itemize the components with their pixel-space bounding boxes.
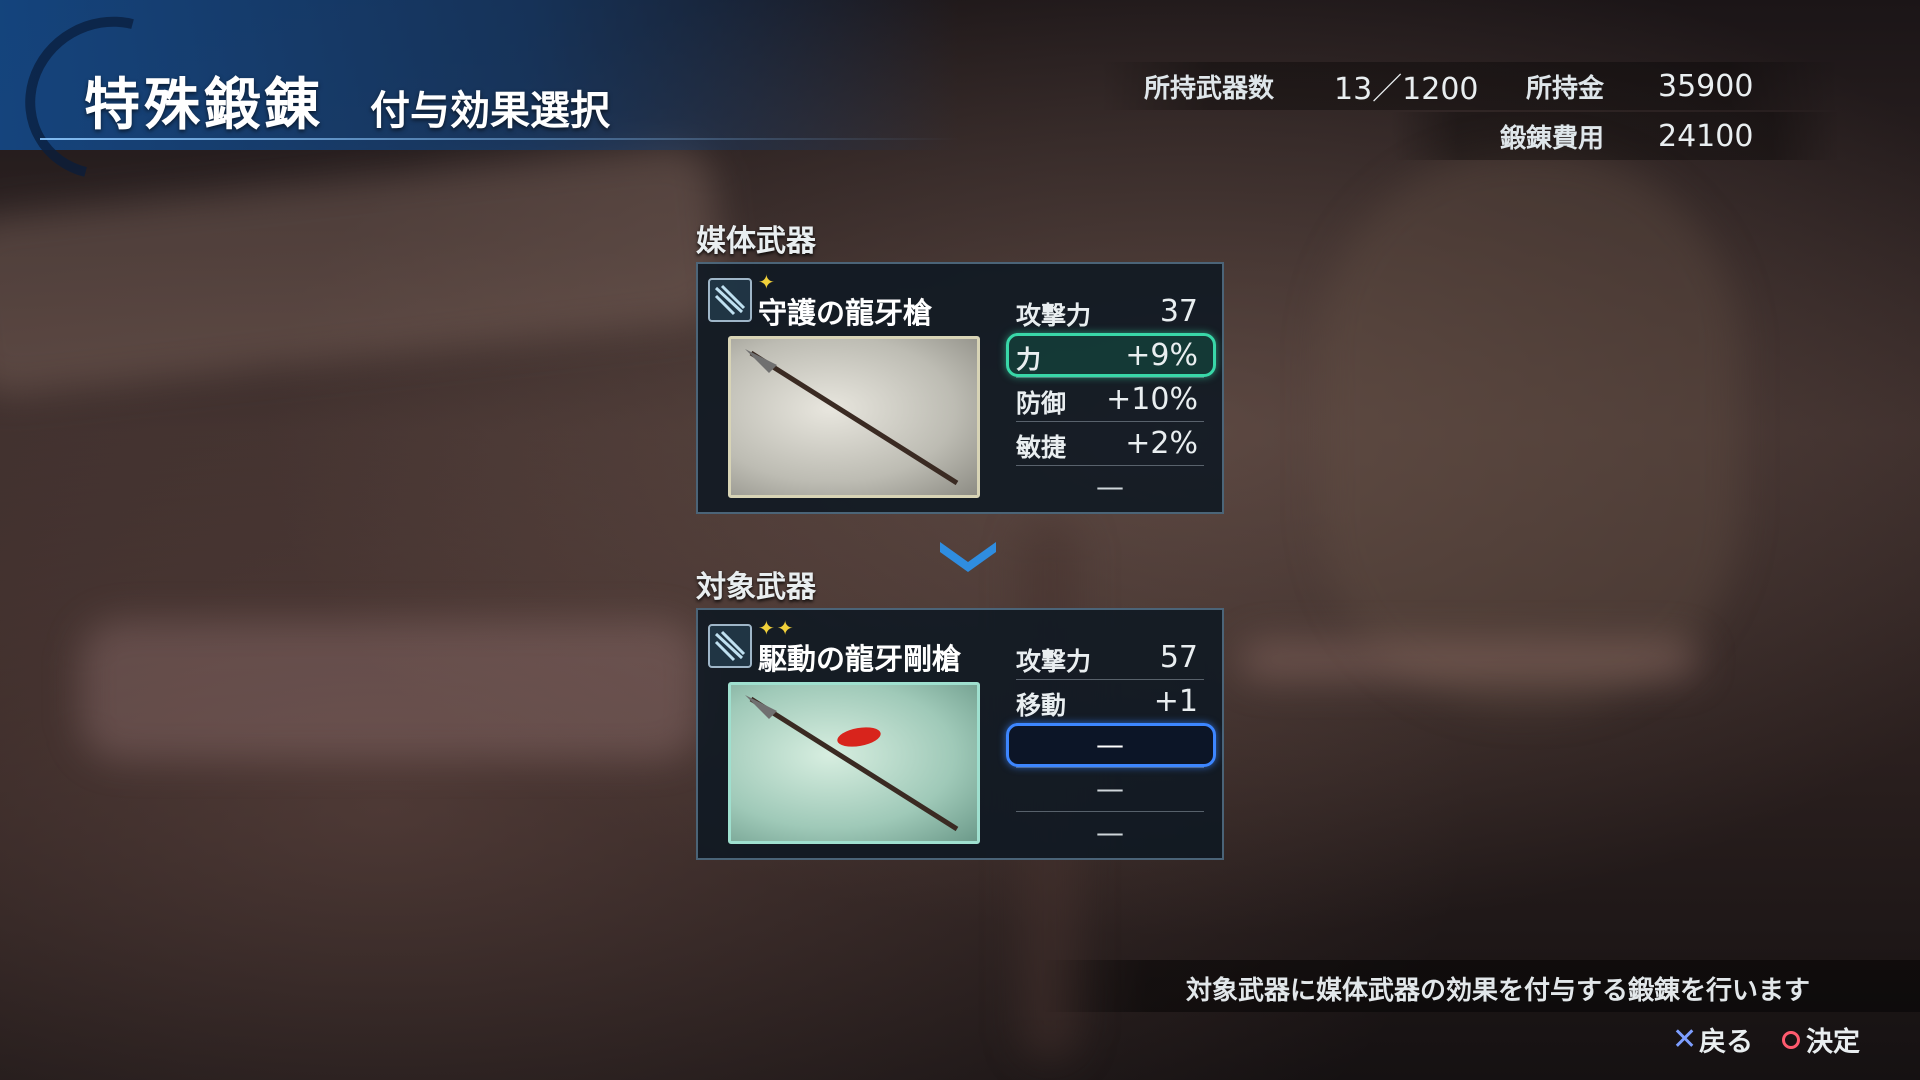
weapons-count-value: 13／1200: [1334, 72, 1479, 107]
target-slot-move[interactable]: 移動 +1: [1016, 680, 1204, 724]
stat-name: 敏捷: [1016, 433, 1067, 462]
empty-slot: —: [1096, 816, 1124, 849]
source-effect-list: 攻撃力 37 力 +9% 防御 +10% 敏捷 +2% —: [1006, 290, 1216, 509]
cost-stats: 鍛錬費用 24100: [1390, 112, 1840, 160]
effect-option-agility[interactable]: 敏捷 +2%: [1016, 422, 1204, 466]
stat-value: +2%: [1125, 426, 1198, 461]
cross-button-icon: ✕: [1672, 1022, 1698, 1057]
background-blur: [1320, 150, 1740, 710]
effect-option-power[interactable]: 力 +9%: [1006, 333, 1216, 378]
target-weapon-image: [728, 682, 980, 844]
stat-value: +9%: [1125, 338, 1198, 373]
empty-slot: —: [1096, 470, 1124, 503]
page-title: 特殊鍛錬: [84, 73, 324, 138]
source-weapon-heading: 媒体武器: [696, 224, 816, 259]
stat-name: 攻撃力: [1016, 301, 1092, 330]
inventory-stats: 所持武器数 13／1200 所持金 35900: [1100, 62, 1840, 110]
chevron-down-icon: [940, 542, 996, 572]
circle-button-icon: [1782, 1030, 1800, 1049]
target-weapon-name: 駆動の龍牙剛槍: [758, 642, 962, 676]
background-blur: [80, 620, 700, 760]
empty-slot: —: [1096, 772, 1124, 805]
back-button[interactable]: ✕ 戻る: [1672, 1020, 1753, 1059]
empty-slot: —: [1096, 728, 1124, 761]
stat-value: 57: [1159, 640, 1198, 675]
source-weapon-panel: ✦ 守護の龍牙槍 攻撃力 37 力 +9% 防御 +10% 敏捷 +2% —: [696, 262, 1224, 514]
forge-cost-label: 鍛錬費用: [1500, 123, 1605, 154]
stat-value: +10%: [1106, 382, 1198, 417]
stat-name: 力: [1016, 345, 1042, 374]
help-bar: 対象武器に媒体武器の効果を付与する鍛錬を行います: [1040, 960, 1920, 1012]
spear-type-icon: [708, 278, 752, 322]
weapons-count-label: 所持武器数: [1144, 73, 1275, 104]
page-subtitle: 付与効果選択: [370, 88, 610, 134]
source-weapon-name: 守護の龍牙槍: [758, 296, 933, 330]
stat-row: 攻撃力 57: [1016, 636, 1204, 680]
effect-option-defense[interactable]: 防御 +10%: [1016, 378, 1204, 422]
stat-row: 攻撃力 37: [1016, 290, 1204, 334]
money-value: 35900: [1658, 68, 1754, 104]
stat-value: 37: [1159, 294, 1198, 329]
effect-option-empty[interactable]: —: [1016, 466, 1204, 509]
target-slot-empty[interactable]: —: [1006, 723, 1216, 768]
spear-type-icon: [708, 624, 752, 668]
source-weapon-image: [728, 336, 980, 498]
stat-name: 防御: [1016, 389, 1067, 418]
forge-cost-value: 24100: [1658, 118, 1754, 154]
stat-name: 攻撃力: [1016, 647, 1092, 676]
help-text: 対象武器に媒体武器の効果を付与する鍛錬を行います: [1185, 976, 1810, 1006]
target-slot-empty[interactable]: —: [1016, 812, 1204, 855]
confirm-button-label: 決定: [1806, 1027, 1860, 1058]
background-blur: [1240, 640, 1700, 680]
money-label: 所持金: [1526, 73, 1605, 104]
target-effect-list: 攻撃力 57 移動 +1 — — —: [1006, 636, 1216, 855]
target-slot-empty[interactable]: —: [1016, 768, 1204, 812]
stat-name: 移動: [1016, 691, 1067, 720]
target-weapon-heading: 対象武器: [696, 570, 816, 605]
target-weapon-panel: ✦✦ 駆動の龍牙剛槍 攻撃力 57 移動 +1 — — —: [696, 608, 1224, 860]
back-button-label: 戻る: [1699, 1027, 1754, 1058]
confirm-button[interactable]: 決定: [1782, 1020, 1860, 1059]
stat-value: +1: [1153, 684, 1198, 719]
